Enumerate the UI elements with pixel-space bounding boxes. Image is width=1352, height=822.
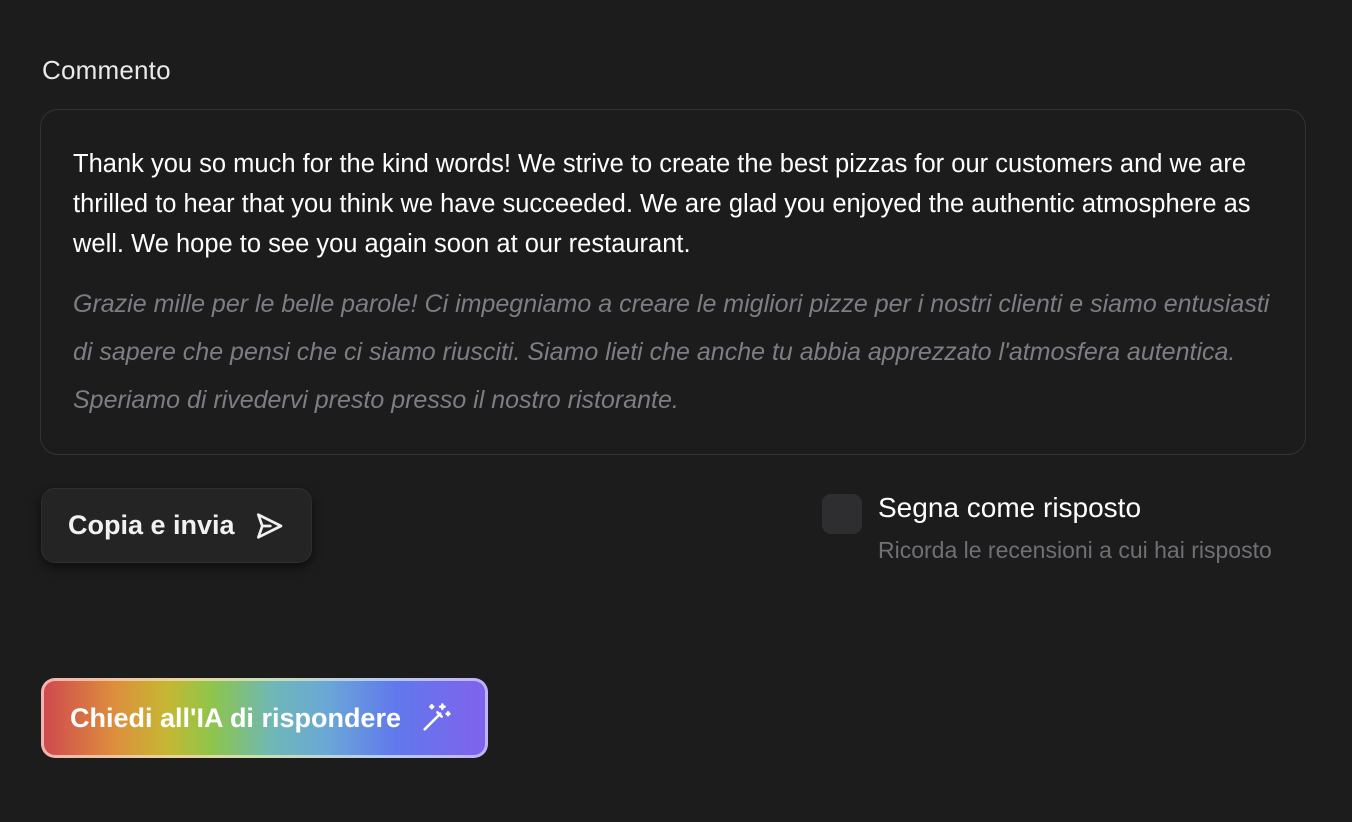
mark-answered-checkbox[interactable] [822,494,862,534]
mark-answered-label: Segna come risposto [878,492,1142,523]
copy-send-label: Copia e invia [68,510,235,540]
comment-textarea[interactable]: Thank you so much for the kind words! We… [40,109,1306,455]
mark-answered-hint: Ricorda le recensioni a cui hai risposto [878,537,1272,563]
reply-text: Thank you so much for the kind words! We… [73,150,1251,258]
review-reply-panel: Commento Thank you so much for the kind … [0,0,1352,822]
translation-text: Grazie mille per le belle parole! Ci imp… [73,290,1270,414]
send-icon [253,510,285,542]
copy-send-button[interactable]: Copia e invia [41,488,312,563]
ask-ai-label: Chiedi all'IA di rispondere [70,702,401,733]
ask-ai-button[interactable]: Chiedi all'IA di rispondere [41,678,488,758]
magic-wand-icon [419,701,453,735]
comment-label: Commento [42,55,171,85]
